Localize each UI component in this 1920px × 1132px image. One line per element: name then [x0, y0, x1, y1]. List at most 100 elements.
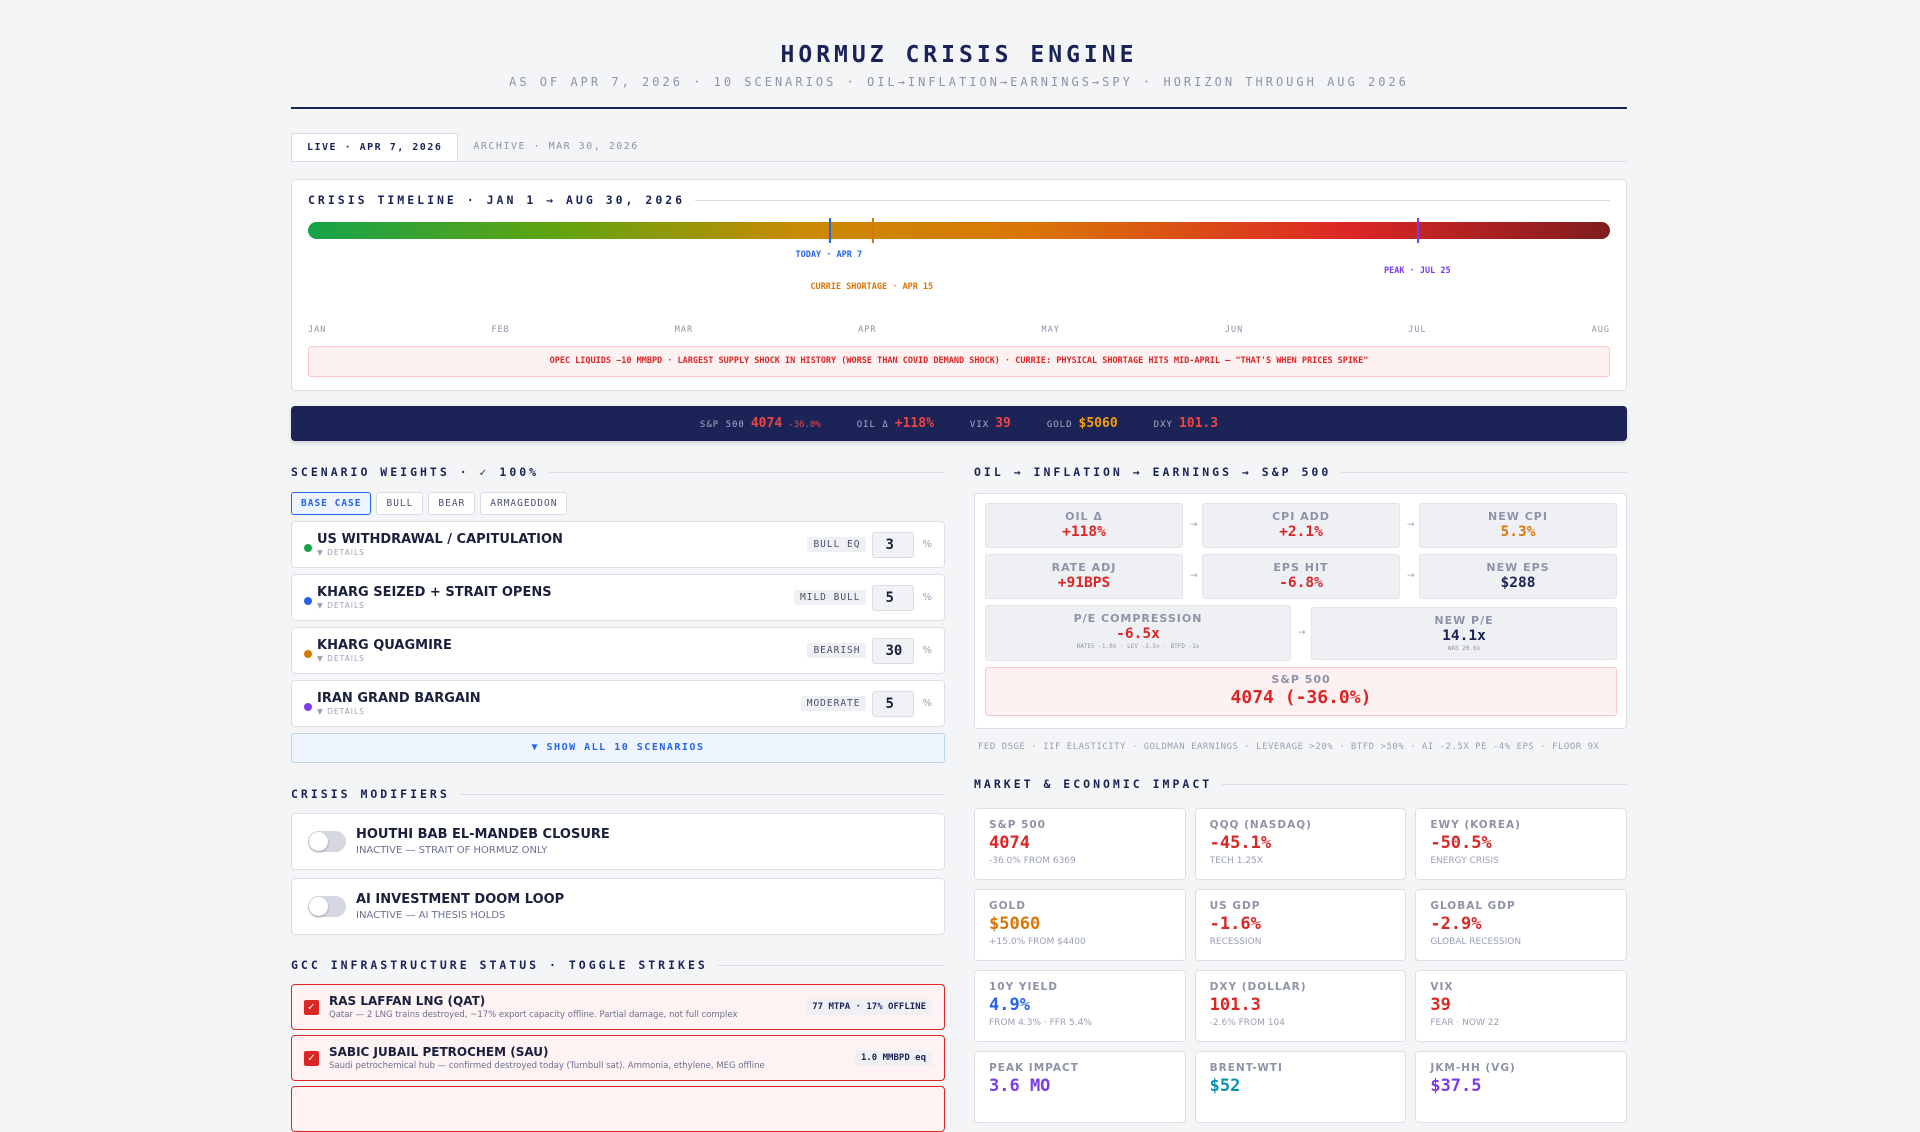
- header-divider: [291, 107, 1627, 109]
- scenario-color-dot: [304, 543, 312, 552]
- market-card-sub: ENERGY CRISIS: [1430, 856, 1499, 866]
- scenario-name: KHARG SEIZED + STRAIT OPENS: [317, 585, 552, 600]
- scenario-details-toggle[interactable]: ▼ DETAILS: [317, 654, 452, 663]
- section-title: OIL → INFLATION → EARNINGS → S&P 500: [974, 465, 1332, 479]
- scenario-name: IRAN GRAND BARGAIN: [317, 691, 481, 706]
- arrow-right-icon: →: [1298, 628, 1306, 638]
- preset-base-case[interactable]: BASE CASE: [291, 492, 372, 515]
- ticker-value: +118%: [894, 416, 934, 431]
- modifier-status: INACTIVE — AI THESIS HOLDS: [356, 910, 506, 921]
- modifier-name: AI INVESTMENT DOOM LOOP: [356, 892, 565, 907]
- scenario-row: US WITHDRAWAL / CAPITULATION ▼ DETAILS B…: [291, 521, 945, 568]
- market-card-label: GOLD: [989, 900, 1026, 912]
- scenario-row: KHARG SEIZED + STRAIT OPENS ▼ DETAILS MI…: [291, 574, 945, 621]
- ticker-spx: S&P 500 4074 -36.0%: [700, 416, 821, 431]
- scenario-color-dot: [304, 702, 312, 711]
- checkbox-checked-icon[interactable]: ✓: [304, 1050, 319, 1066]
- flow-label: P/E COMPRESSION: [1073, 612, 1203, 625]
- currie-label: CURRIE SHORTAGE · APR 15: [810, 282, 934, 292]
- market-card-sub: +15.0% FROM $4400: [989, 937, 1086, 947]
- month-label: FEB: [491, 325, 510, 335]
- market-card-sub: TECH 1.25X: [1209, 856, 1263, 866]
- houthi-toggle[interactable]: [308, 831, 346, 852]
- preset-bull[interactable]: BULL: [376, 492, 424, 515]
- scenario-weight-input[interactable]: 3: [872, 531, 915, 558]
- flow-new-eps: NEW EPS $288: [1419, 554, 1617, 599]
- timeline-gradient-bar: TODAY · APR 7 CURRIE SHORTAGE · APR 15 P…: [308, 218, 1610, 292]
- market-card: GOLD $5060 +15.0% FROM $4400: [974, 889, 1186, 961]
- show-all-scenarios-button[interactable]: ▼ SHOW ALL 10 SCENARIOS: [291, 733, 945, 763]
- timeline-title: CRISIS TIMELINE · JAN 1 → AUG 30, 2026: [308, 193, 1610, 207]
- ticker-dxy: DXY 101.3: [1154, 416, 1218, 431]
- market-card-value: 101.3: [1209, 995, 1261, 1015]
- checkbox-checked-icon[interactable]: ✓: [304, 999, 319, 1015]
- flow-label: RATE ADJ: [1051, 561, 1117, 574]
- preset-armageddon[interactable]: ARMAGEDDON: [480, 492, 568, 515]
- tab-archive[interactable]: ARCHIVE · MAR 30, 2026: [458, 133, 653, 161]
- market-card: S&P 500 4074 -36.0% FROM 6369: [974, 808, 1186, 880]
- ai-doom-loop-toggle[interactable]: [308, 896, 346, 917]
- market-card-label: JKM-HH (VG): [1430, 1062, 1516, 1074]
- percent-sign: %: [922, 645, 932, 656]
- month-label: JUL: [1408, 325, 1427, 335]
- market-card-value: -45.1%: [1209, 833, 1272, 853]
- market-card: EWY (KOREA) -50.5% ENERGY CRISIS: [1415, 808, 1627, 880]
- flow-sub: WAS 20.6x: [1447, 645, 1481, 652]
- market-card-label: 10Y YIELD: [989, 981, 1058, 993]
- market-card-sub: GLOBAL RECESSION: [1430, 937, 1522, 947]
- facility-desc: Saudi petrochemical hub — confirmed dest…: [329, 1061, 765, 1071]
- scenario-weight-input[interactable]: 30: [872, 637, 915, 664]
- scenario-details-toggle[interactable]: ▼ DETAILS: [317, 601, 552, 610]
- market-card-label: EWY (KOREA): [1430, 819, 1521, 831]
- modifier-status: INACTIVE — STRAIT OF HORMUZ ONLY: [356, 845, 548, 856]
- ticker-vix: VIX 39: [970, 416, 1011, 431]
- market-card: DXY (DOLLAR) 101.3 -2.6% FROM 104: [1194, 970, 1407, 1042]
- scenario-name: US WITHDRAWAL / CAPITULATION: [317, 532, 563, 547]
- flow-label: OIL Δ: [1065, 510, 1103, 523]
- scenario-row: KHARG QUAGMIRE ▼ DETAILS BEARISH 30 %: [291, 627, 945, 674]
- section-title: MARKET & ECONOMIC IMPACT: [974, 777, 1213, 791]
- scenario-details-toggle[interactable]: ▼ DETAILS: [317, 707, 481, 716]
- peak-marker: [1417, 218, 1420, 243]
- scenario-color-dot: [304, 596, 312, 605]
- market-impact-grid: S&P 500 4074 -36.0% FROM 6369 QQQ (NASDAQ…: [974, 808, 1627, 1123]
- arrow-right-icon: →: [1190, 571, 1198, 581]
- market-card-label: PEAK IMPACT: [989, 1062, 1079, 1074]
- scenario-weight-input[interactable]: 5: [872, 584, 915, 611]
- flow-label: CPI ADD: [1272, 510, 1330, 523]
- arrow-right-icon: →: [1190, 520, 1198, 530]
- market-card-value: $5060: [989, 914, 1041, 934]
- ticker-label: GOLD: [1046, 420, 1073, 430]
- gcc-title: GCC INFRASTRUCTURE STATUS · TOGGLE STRIK…: [291, 958, 945, 972]
- market-card-value: 4.9%: [989, 995, 1030, 1015]
- month-label: APR: [858, 325, 877, 335]
- scenario-details-toggle[interactable]: ▼ DETAILS: [317, 548, 563, 557]
- preset-bear[interactable]: BEAR: [428, 492, 476, 515]
- market-card-label: QQQ (NASDAQ): [1209, 819, 1312, 831]
- flow-label: NEW EPS: [1486, 561, 1550, 574]
- ticker-label: OIL Δ: [856, 420, 889, 430]
- gcc-sabic-jubail[interactable]: ✓ SABIC JUBAIL PETROCHEM (SAU) Saudi petr…: [291, 1035, 945, 1081]
- ticker-gold: GOLD $5060: [1047, 416, 1118, 431]
- flow-new-pe: NEW P/E 14.1x WAS 20.6x: [1311, 607, 1617, 660]
- percent-sign: %: [922, 698, 932, 709]
- market-card-value: -2.9%: [1430, 914, 1482, 934]
- scenario-weight-input[interactable]: 5: [872, 690, 915, 717]
- market-card: VIX 39 FEAR · NOW 22: [1415, 970, 1627, 1042]
- scenario-tag: BULL EQ: [807, 537, 867, 552]
- market-card-value: -50.5%: [1430, 833, 1492, 853]
- market-card: GLOBAL GDP -2.9% GLOBAL RECESSION: [1415, 889, 1627, 961]
- gcc-ras-laffan[interactable]: ✓ RAS LAFFAN LNG (QAT) Qatar — 2 LNG trai…: [291, 984, 945, 1030]
- market-card-value: 39: [1430, 995, 1451, 1015]
- gcc-next-facility[interactable]: [291, 1086, 945, 1132]
- flow-value: 4074 (-36.0%): [1230, 687, 1372, 708]
- flow-pe-compression: P/E COMPRESSION -6.5x RATES -1.0x · LEV -2…: [985, 605, 1291, 661]
- arrow-right-icon: →: [1407, 571, 1415, 581]
- today-label: TODAY · APR 7: [795, 250, 863, 260]
- ticker-value: $5060: [1078, 416, 1118, 431]
- flow-value: +2.1%: [1279, 524, 1323, 540]
- month-label: AUG: [1591, 325, 1610, 335]
- facility-capacity: 77 MTPA · 17% OFFLINE: [806, 999, 932, 1015]
- percent-sign: %: [922, 592, 932, 603]
- tab-live[interactable]: LIVE · APR 7, 2026: [291, 133, 459, 161]
